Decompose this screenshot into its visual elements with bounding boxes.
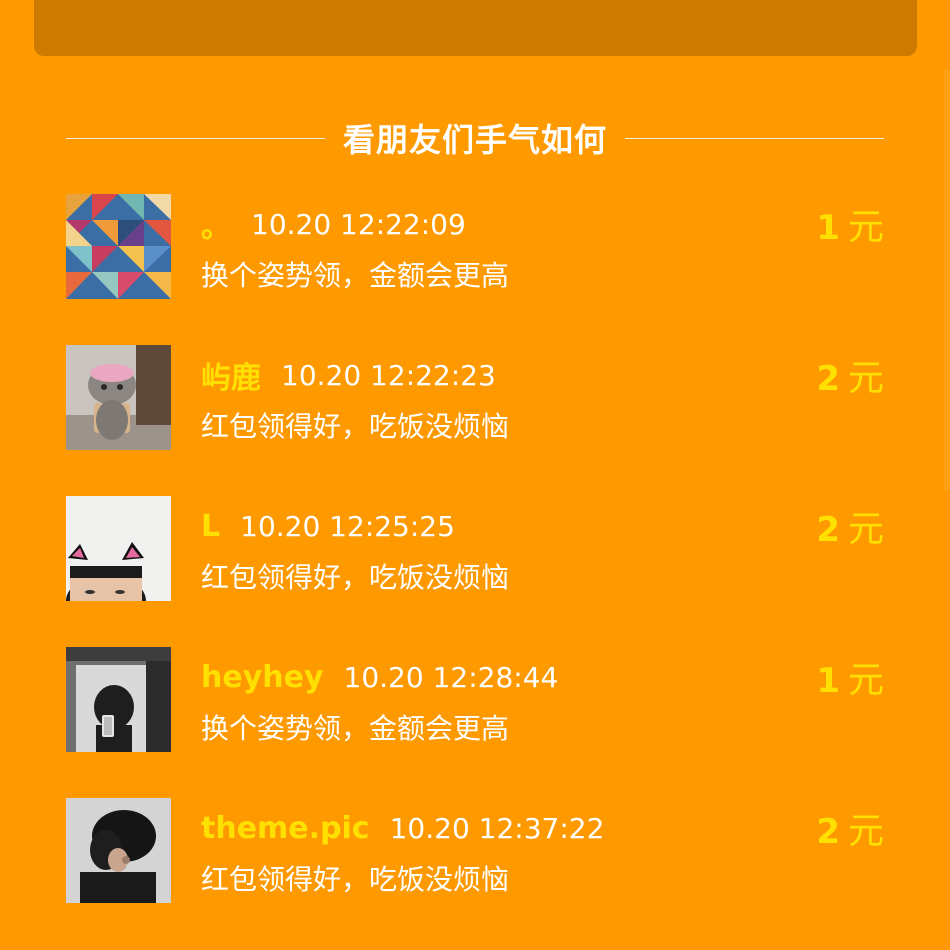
amount-unit: 元 xyxy=(847,660,884,701)
avatar[interactable] xyxy=(66,647,171,752)
list-item[interactable]: 屿鹿 10.20 12:22:23 红包领得好，吃饭没烦恼 2元 xyxy=(66,345,884,496)
person-with-hat-avatar-icon xyxy=(66,798,171,903)
entry-header: heyhey 10.20 12:28:44 xyxy=(201,655,558,699)
amount-value: 2 xyxy=(816,510,840,550)
claim-time: 10.20 12:37:22 xyxy=(389,811,605,845)
geometric-pattern-avatar-icon xyxy=(66,194,171,299)
cat-ears-person-avatar-icon xyxy=(66,496,171,601)
entry-header: theme.pic 10.20 12:37:22 xyxy=(201,806,604,850)
avatar[interactable] xyxy=(66,194,171,299)
entry-header: L 10.20 12:25:25 xyxy=(201,504,455,548)
amount-unit: 元 xyxy=(847,811,884,852)
mirror-selfie-avatar-icon xyxy=(66,647,171,752)
red-packet-header-card xyxy=(34,0,917,56)
entry-header: 。 10.20 12:22:09 xyxy=(201,202,466,246)
amount-value: 2 xyxy=(816,359,840,399)
amount-value: 2 xyxy=(816,812,840,852)
user-name[interactable]: theme.pic xyxy=(201,811,370,846)
cat-photo-avatar-icon xyxy=(66,345,171,450)
blessing-message: 换个姿势领，金额会更高 xyxy=(201,259,510,292)
avatar[interactable] xyxy=(66,496,171,601)
amount-unit: 元 xyxy=(847,358,884,399)
claim-amount: 1元 xyxy=(816,651,884,703)
blessing-message: 换个姿势领，金额会更高 xyxy=(201,712,510,745)
claim-amount: 2元 xyxy=(816,349,884,401)
claim-time: 10.20 12:28:44 xyxy=(343,660,559,694)
list-item[interactable]: heyhey 10.20 12:28:44 换个姿势领，金额会更高 1元 xyxy=(66,647,884,798)
section-header: 看朋友们手气如何 xyxy=(66,112,885,164)
list-item[interactable]: L 10.20 12:25:25 红包领得好，吃饭没烦恼 2元 xyxy=(66,496,884,647)
list-item[interactable]: theme.pic 10.20 12:37:22 红包领得好，吃饭没烦恼 2元 xyxy=(66,798,884,949)
blessing-message: 红包领得好，吃饭没烦恼 xyxy=(201,410,510,443)
divider-right xyxy=(625,137,885,139)
section-title: 看朋友们手气如何 xyxy=(343,121,608,159)
user-name[interactable]: L xyxy=(201,509,220,544)
avatar[interactable] xyxy=(66,798,171,903)
user-name[interactable]: 。 xyxy=(201,202,231,246)
divider-left xyxy=(66,137,325,139)
avatar[interactable] xyxy=(66,345,171,450)
claim-list: 。 10.20 12:22:09 换个姿势领，金额会更高 1元 屿鹿 10.20… xyxy=(66,194,884,949)
amount-unit: 元 xyxy=(847,509,884,550)
scrollbar[interactable] xyxy=(944,70,950,490)
user-name[interactable]: 屿鹿 xyxy=(201,353,261,397)
claim-amount: 1元 xyxy=(816,198,884,250)
blessing-message: 红包领得好，吃饭没烦恼 xyxy=(201,863,510,896)
user-name[interactable]: heyhey xyxy=(201,660,324,695)
claim-time: 10.20 12:22:09 xyxy=(251,207,466,241)
amount-value: 1 xyxy=(816,208,840,248)
entry-header: 屿鹿 10.20 12:22:23 xyxy=(201,353,496,397)
claim-amount: 2元 xyxy=(816,500,884,552)
claim-time: 10.20 12:25:25 xyxy=(240,509,455,543)
blessing-message: 红包领得好，吃饭没烦恼 xyxy=(201,561,510,594)
claim-amount: 2元 xyxy=(816,802,884,854)
amount-unit: 元 xyxy=(847,207,884,248)
claim-time: 10.20 12:22:23 xyxy=(281,358,496,392)
list-item[interactable]: 。 10.20 12:22:09 换个姿势领，金额会更高 1元 xyxy=(66,194,884,345)
amount-value: 1 xyxy=(816,661,840,701)
